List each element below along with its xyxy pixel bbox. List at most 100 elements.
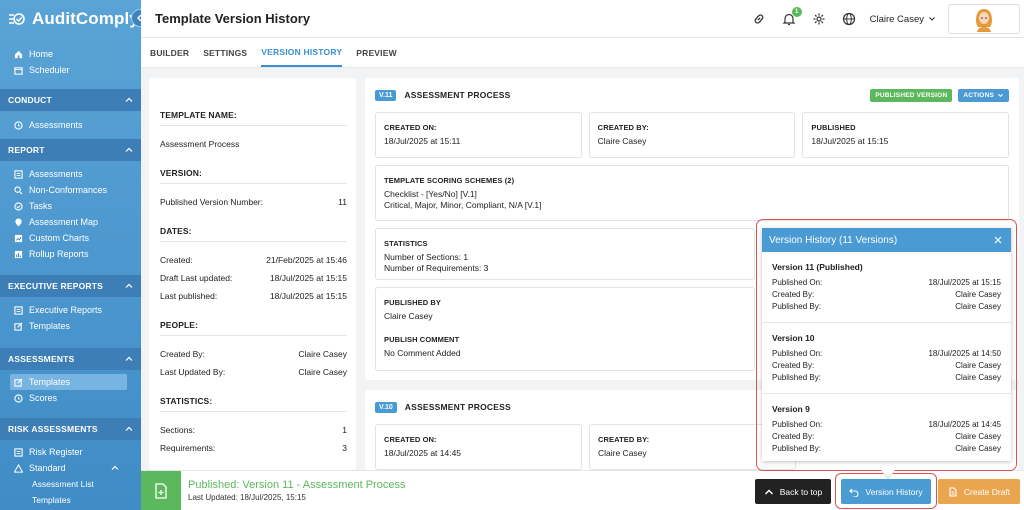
version-title: ASSESSMENT PROCESS <box>404 90 511 100</box>
sidebar-item-label: Custom Charts <box>29 233 90 243</box>
stat-label: Requirements: <box>160 443 216 453</box>
close-icon[interactable] <box>994 236 1002 244</box>
globe-icon <box>842 12 855 26</box>
settings-button[interactable] <box>812 12 826 26</box>
document-add-icon <box>155 482 167 499</box>
version-history-header: Version History (11 Versions) <box>762 228 1011 252</box>
entry-value: Claire Casey <box>955 361 1001 370</box>
check-circle-icon <box>14 201 23 211</box>
sidebar-item-scheduler[interactable]: Scheduler <box>0 62 141 78</box>
scoring-scheme-item: Critical, Major, Minor, Compliant, N/A [… <box>384 200 542 210</box>
sidebar-section-report[interactable]: REPORT <box>0 139 141 161</box>
tab-preview[interactable]: PREVIEW <box>356 38 397 67</box>
section-title: RISK ASSESSMENTS <box>8 424 98 434</box>
tab-builder[interactable]: BUILDER <box>150 38 189 67</box>
version-history-popup: Version History (11 Versions) Version 11… <box>762 228 1011 461</box>
stat-label: Sections: <box>160 425 195 435</box>
entry-value: Claire Casey <box>955 432 1001 441</box>
version-history-popup-highlight: Version History (11 Versions) Version 11… <box>756 219 1017 478</box>
brand[interactable]: AuditComply <box>0 0 141 38</box>
created-by-label: CREATED BY: <box>597 123 649 132</box>
sidebar-item-label: Scores <box>29 393 58 403</box>
version-heading: VERSION: <box>160 149 347 184</box>
date-value: 18/Jul/2025 at 15:15 <box>269 273 347 283</box>
template-info-panel: TEMPLATE NAME: Assessment Process VERSIO… <box>149 78 356 470</box>
back-to-top-button[interactable]: Back to top <box>755 479 831 504</box>
version-entry-name: Version 11 (Published) <box>772 262 863 272</box>
clock-icon <box>14 120 23 130</box>
chevron-down-icon[interactable] <box>928 15 936 23</box>
sidebar-item-templates-active[interactable]: Templates <box>10 374 127 390</box>
entry-value: Claire Casey <box>955 444 1001 453</box>
sidebar-item-conduct-assessments[interactable]: Assessments <box>0 117 141 133</box>
people-value: Claire Casey <box>298 367 347 377</box>
link-button[interactable] <box>752 12 766 26</box>
sidebar-item-label: Scheduler <box>29 65 70 75</box>
version-history-button[interactable]: Version History <box>841 479 931 504</box>
sidebar-item-non-conformances[interactable]: Non-Conformances <box>0 182 141 198</box>
version-history-entry[interactable]: Version 9 Published On: 18/Jul/2025 at 14… <box>762 394 1011 461</box>
sidebar-item-standard[interactable]: Standard <box>0 460 141 476</box>
sidebar-item-home[interactable]: Home <box>0 46 141 62</box>
people-label: Created By: <box>160 349 205 359</box>
button-label: Create Draft <box>963 486 1011 497</box>
list-icon <box>14 447 23 457</box>
user-menu[interactable]: Claire Casey <box>870 14 924 25</box>
stat-row-requirements: Requirements: 3 <box>160 443 347 453</box>
date-label: Draft Last updated: <box>160 273 233 283</box>
sidebar-item-custom-charts[interactable]: Custom Charts <box>0 230 141 246</box>
statistics-heading: STATISTICS: <box>160 377 347 412</box>
sidebar-section-assessments[interactable]: ASSESSMENTS <box>0 348 141 370</box>
sidebar-subitem-assessment-list[interactable]: Assessment List <box>0 476 141 492</box>
section-title: REPORT <box>8 145 45 155</box>
tab-version-history[interactable]: VERSION HISTORY <box>261 38 343 67</box>
published-box: PUBLISHED 18/Jul/2025 at 15:15 <box>802 112 1010 158</box>
chevron-down-icon <box>997 93 1004 97</box>
sidebar-item-report-assessments[interactable]: Assessments <box>0 166 141 182</box>
people-value: Claire Casey <box>298 349 347 359</box>
published-by-value: Claire Casey <box>384 311 433 321</box>
actions-dropdown[interactable]: ACTIONS <box>958 88 1009 102</box>
tab-settings[interactable]: SETTINGS <box>203 38 247 67</box>
sidebar-item-executive-reports[interactable]: Executive Reports <box>0 302 141 318</box>
statistics-item: Number of Sections: 1 <box>384 252 469 262</box>
version-history-entry[interactable]: Version 10 Published On: 18/Jul/2025 at 1… <box>762 323 1011 394</box>
sidebar-item-rollup-reports[interactable]: Rollup Reports <box>0 246 141 262</box>
sidebar-section-risk-assessments[interactable]: RISK ASSESSMENTS <box>0 418 141 440</box>
sidebar-item-label: Templates <box>29 321 71 331</box>
sidebar-item-assessment-map[interactable]: Assessment Map <box>0 214 141 230</box>
chevron-up-icon <box>125 97 133 102</box>
create-draft-button[interactable]: Create Draft <box>938 479 1020 504</box>
sidebar-item-executive-templates[interactable]: Templates <box>0 318 141 334</box>
warning-icon <box>14 463 23 473</box>
stat-row-sections: Sections: 1 <box>160 425 347 435</box>
sidebar-section-conduct[interactable]: CONDUCT <box>0 89 141 111</box>
sidebar-subitem-templates[interactable]: Templates <box>0 492 141 508</box>
published-by-box: PUBLISHED BY Claire Casey PUBLISH COMMEN… <box>375 287 755 371</box>
undo-icon <box>849 488 859 497</box>
version-history-entry[interactable]: Version 11 (Published) Published On: 18/J… <box>762 252 1011 323</box>
sidebar-item-scores[interactable]: Scores <box>0 390 141 406</box>
version-row: Published Version Number: 11 <box>160 197 347 207</box>
sidebar-item-risk-register[interactable]: Risk Register <box>0 444 141 460</box>
sidebar-item-tasks[interactable]: Tasks <box>0 198 141 214</box>
template-name-row: Assessment Process <box>160 139 347 149</box>
version-entry-name: Version 10 <box>772 333 815 343</box>
bar-chart-icon <box>14 250 23 258</box>
search-icon <box>14 185 23 194</box>
created-on-label: CREATED ON: <box>384 123 437 132</box>
notifications-button[interactable]: 1 <box>782 7 802 26</box>
list-icon <box>14 169 23 179</box>
sidebar-section-executive-reports[interactable]: EXECUTIVE REPORTS <box>0 275 141 297</box>
created-on-value: 18/Jul/2025 at 15:11 <box>384 136 461 146</box>
created-on-box: CREATED ON: 18/Jul/2025 at 14:45 <box>375 424 582 470</box>
avatar[interactable] <box>948 4 1020 34</box>
button-label: Version History <box>865 486 923 497</box>
tab-bar: BUILDER SETTINGS VERSION HISTORY PREVIEW <box>141 38 1024 68</box>
people-row-created-by: Created By: Claire Casey <box>160 349 347 359</box>
dates-heading: DATES: <box>160 207 347 242</box>
top-bar: Template Version History 1 Claire Casey <box>141 0 1024 38</box>
statistics-item: Number of Requirements: 3 <box>384 263 489 273</box>
chevron-up-icon <box>764 489 773 494</box>
language-button[interactable] <box>842 12 856 26</box>
